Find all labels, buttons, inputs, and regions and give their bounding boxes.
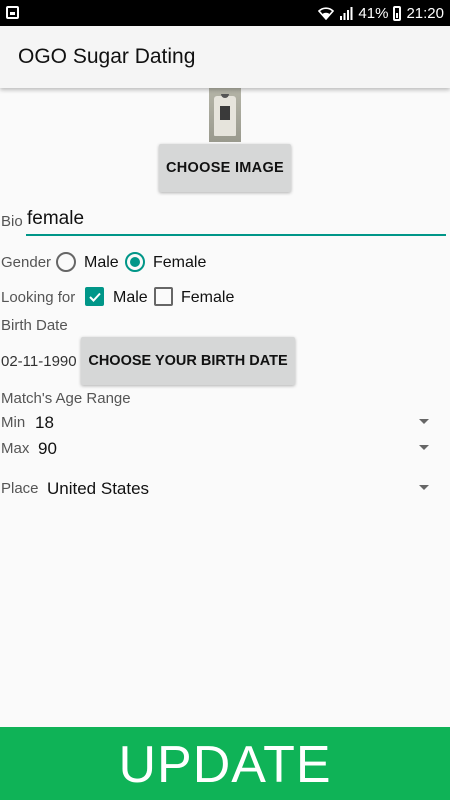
- profile-image: [209, 88, 241, 142]
- status-bar: 41% 21:20: [0, 0, 450, 26]
- bio-input[interactable]: female: [26, 206, 446, 236]
- notification-icon: [6, 6, 19, 19]
- clock: 21:20: [406, 4, 444, 22]
- place-dropdown-icon[interactable]: [419, 485, 429, 490]
- looking-for-male-label[interactable]: Male: [113, 289, 148, 307]
- shirt-print: [220, 106, 230, 120]
- gender-label: Gender: [1, 254, 52, 271]
- looking-for-male-checkbox[interactable]: [85, 287, 104, 306]
- bio-label: Bio: [1, 213, 23, 230]
- looking-for-female-label[interactable]: Female: [181, 289, 234, 307]
- checkmark-icon: [89, 292, 101, 302]
- wifi-icon: [318, 7, 335, 20]
- place-value[interactable]: United States: [47, 479, 149, 499]
- birth-date-label: Birth Date: [1, 317, 68, 334]
- place-label: Place: [1, 480, 39, 497]
- signal-icon: [340, 7, 353, 20]
- battery-percent: 41%: [358, 4, 389, 22]
- choose-birth-date-button[interactable]: CHOOSE YOUR BIRTH DATE: [81, 337, 295, 385]
- app-bar: OGO Sugar Dating: [0, 26, 450, 88]
- min-age-value[interactable]: 18: [35, 413, 54, 433]
- age-range-label: Match's Age Range: [1, 390, 131, 407]
- app-title: OGO Sugar Dating: [18, 45, 196, 68]
- gender-female-radio[interactable]: [125, 252, 145, 272]
- min-age-label: Min: [1, 414, 26, 431]
- update-button[interactable]: UPDATE: [0, 727, 450, 800]
- looking-for-female-checkbox[interactable]: [154, 287, 173, 306]
- battery-icon: [393, 5, 402, 21]
- looking-for-label: Looking for: [1, 289, 76, 306]
- gender-female-label[interactable]: Female: [153, 254, 206, 272]
- max-age-dropdown-icon[interactable]: [419, 445, 429, 450]
- min-age-dropdown-icon[interactable]: [419, 419, 429, 424]
- birth-date-value: 02-11-1990: [1, 353, 77, 370]
- max-age-label: Max: [1, 440, 30, 457]
- gender-male-label[interactable]: Male: [84, 254, 119, 272]
- gender-male-radio[interactable]: [56, 252, 76, 272]
- choose-image-button[interactable]: CHOOSE IMAGE: [159, 144, 291, 192]
- max-age-value[interactable]: 90: [38, 439, 57, 459]
